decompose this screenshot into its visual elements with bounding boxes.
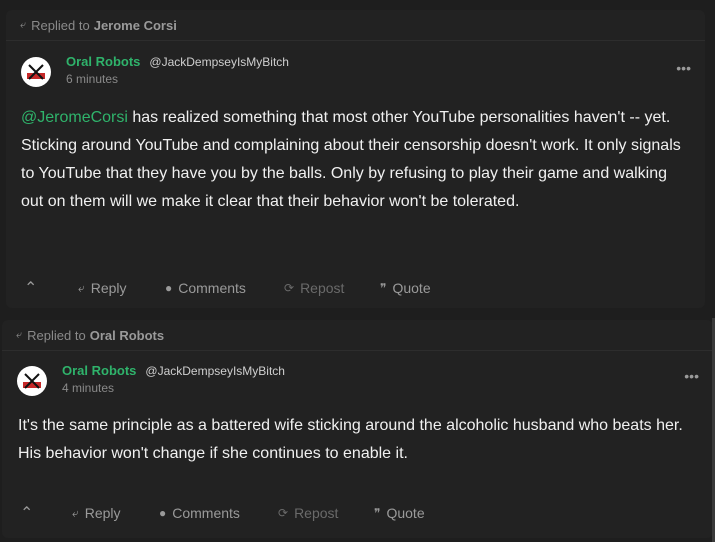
reply-button[interactable]: ⤶ Reply [72, 500, 121, 526]
comment-bubble-icon: ● [165, 281, 173, 295]
post-actions: ⌃ ⤶ Reply ● Comments ⟳ Repost ❞ Quote [6, 275, 705, 301]
avatar[interactable] [17, 366, 47, 396]
comment-bubble-icon: ● [159, 506, 167, 520]
author-handle[interactable]: @JackDempseyIsMyBitch [149, 55, 289, 69]
post-card: ⤶ Replied to Jerome Corsi Oral Robots @J… [6, 10, 705, 308]
post-body: @JeromeCorsi has realized something that… [21, 104, 691, 216]
reply-arrow-icon: ⤶ [78, 280, 85, 295]
author-handle[interactable]: @JackDempseyIsMyBitch [145, 364, 285, 378]
post-actions: ⌃ ⤶ Reply ● Comments ⟳ Repost ❞ Quote [2, 500, 713, 526]
replied-prefix: Replied to [27, 327, 86, 343]
repost-label: Repost [300, 280, 345, 296]
replied-prefix: Replied to [31, 17, 90, 33]
repost-label: Repost [294, 505, 339, 521]
repost-icon: ⟳ [284, 281, 295, 295]
quote-label: Quote [392, 280, 431, 296]
more-options-icon[interactable]: ••• [676, 60, 691, 76]
reply-arrow-icon: ⤶ [20, 18, 27, 31]
quote-button[interactable]: ❞ Quote [374, 500, 425, 526]
comments-label: Comments [178, 280, 246, 296]
quote-icon: ❞ [380, 281, 387, 295]
quote-label: Quote [386, 505, 425, 521]
reply-arrow-icon: ⤶ [16, 328, 23, 341]
comments-label: Comments [172, 505, 240, 521]
more-options-icon[interactable]: ••• [684, 368, 699, 384]
comments-button[interactable]: ● Comments [165, 275, 246, 301]
reply-arrow-icon: ⤶ [72, 505, 79, 520]
replied-to-name[interactable]: Jerome Corsi [94, 18, 177, 33]
author-name[interactable]: Oral Robots [66, 54, 140, 69]
caret-up-icon[interactable]: ⌃ [24, 275, 37, 301]
repost-icon: ⟳ [278, 506, 289, 520]
reply-label: Reply [90, 280, 127, 296]
post-card: ⤶ Replied to Oral Robots Oral Robots @Ja… [2, 320, 713, 538]
quote-icon: ❞ [374, 506, 381, 520]
quote-button[interactable]: ❞ Quote [380, 275, 431, 301]
reply-button[interactable]: ⤶ Reply [78, 275, 127, 301]
mention-link[interactable]: @JeromeCorsi [21, 109, 128, 126]
caret-up-icon[interactable]: ⌃ [20, 500, 33, 526]
replied-to-name[interactable]: Oral Robots [90, 328, 164, 343]
repost-button[interactable]: ⟳ Repost [278, 500, 338, 526]
author-name[interactable]: Oral Robots [62, 363, 136, 378]
replied-to-header: ⤶ Replied to Jerome Corsi [6, 10, 705, 41]
replied-to-header: ⤶ Replied to Oral Robots [2, 320, 713, 351]
post-timestamp[interactable]: 6 minutes [66, 72, 118, 86]
post-timestamp[interactable]: 4 minutes [62, 381, 114, 395]
repost-button[interactable]: ⟳ Repost [284, 275, 344, 301]
comments-button[interactable]: ● Comments [159, 500, 240, 526]
reply-label: Reply [84, 505, 121, 521]
avatar[interactable] [21, 57, 51, 87]
post-body: It's the same principle as a battered wi… [18, 417, 683, 462]
